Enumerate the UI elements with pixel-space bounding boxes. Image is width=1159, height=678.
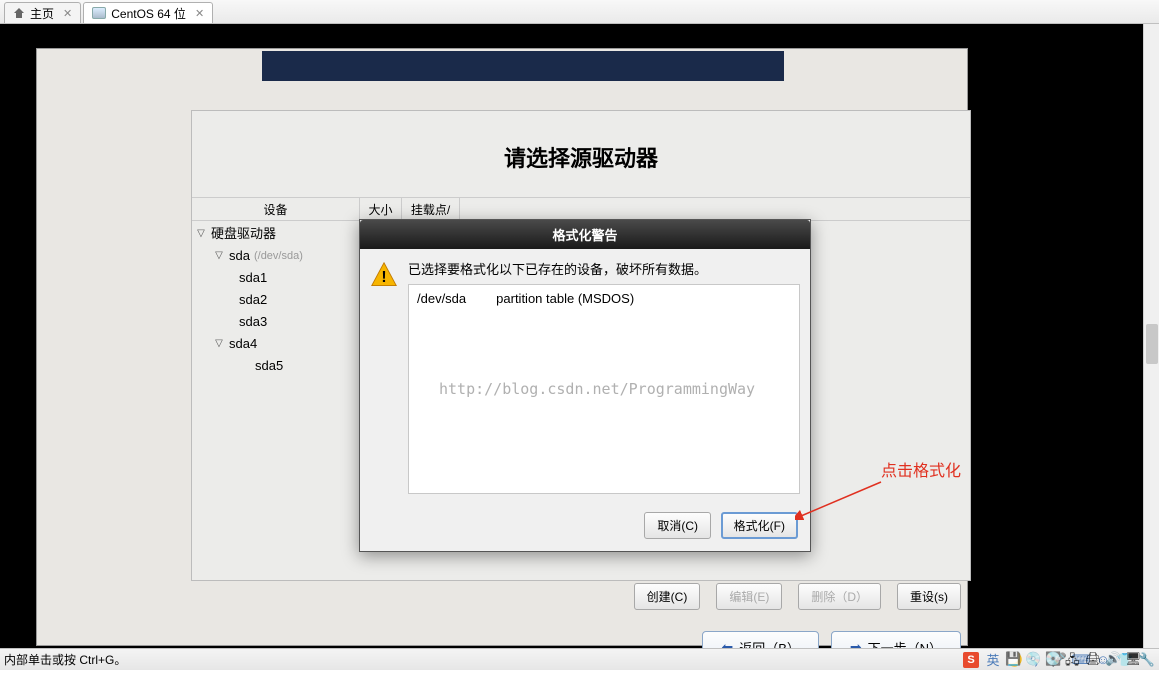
- watermark: http://blog.csdn.net/ProgrammingWay: [439, 380, 755, 398]
- sound-icon[interactable]: 🔊: [1105, 651, 1121, 667]
- page-title: 请选择源驱动器: [192, 111, 970, 193]
- list-detail: partition table (MSDOS): [496, 291, 634, 306]
- status-hint: 内部单击或按 Ctrl+G。: [4, 651, 126, 668]
- svg-text:!: !: [381, 269, 386, 286]
- column-size[interactable]: 大小: [360, 198, 402, 220]
- ime-lang[interactable]: 英: [985, 652, 1001, 668]
- device-tree: ▽ 硬盘驱动器 ▽ sda (/dev/sda) sda1 sda2 sda3 …: [195, 223, 385, 377]
- tree-sda2[interactable]: sda2: [195, 289, 385, 311]
- warning-icon: !: [370, 261, 398, 289]
- vm-device-tray: 💾 💿 💽 🖧 🖨 🔊 🖥: [1005, 651, 1141, 667]
- vm-viewport: 请选择源驱动器 设备 大小 挂载点/ ▽ 硬盘驱动器 ▽ sda (/dev/s…: [0, 24, 1159, 648]
- dialog-message: 已选择要格式化以下已存在的设备，破坏所有数据。: [408, 259, 800, 278]
- scroll-thumb[interactable]: [1146, 324, 1158, 364]
- tree-root-label: 硬盘驱动器: [211, 223, 276, 245]
- tab-vm-label: CentOS 64 位: [111, 5, 186, 22]
- scrollbar[interactable]: [1143, 24, 1159, 648]
- tree-sda[interactable]: ▽ sda (/dev/sda): [195, 245, 385, 267]
- tree-sda1[interactable]: sda1: [195, 267, 385, 289]
- cd-icon[interactable]: 💿: [1025, 651, 1041, 667]
- column-device[interactable]: 设备: [192, 198, 360, 220]
- tab-home-label: 主页: [30, 5, 54, 22]
- table-header: 设备 大小 挂载点/: [192, 197, 970, 221]
- collapse-icon[interactable]: ▽: [213, 245, 225, 267]
- list-item[interactable]: /dev/sda partition table (MSDOS): [417, 291, 791, 306]
- tab-home[interactable]: 主页 ✕: [4, 2, 81, 23]
- tree-sda3[interactable]: sda3: [195, 311, 385, 333]
- tree-sda5[interactable]: sda5: [195, 355, 385, 377]
- action-row: 创建(C) 编辑(E) 删除（D） 重设(s): [191, 583, 971, 610]
- disk-icon[interactable]: 💾: [1005, 651, 1021, 667]
- collapse-icon[interactable]: ▽: [213, 333, 225, 355]
- close-icon[interactable]: ✕: [195, 7, 204, 20]
- edit-button: 编辑(E): [716, 583, 782, 610]
- format-warning-dialog: 格式化警告 ! 已选择要格式化以下已存在的设备，破坏所有数据。 /dev/sda…: [359, 219, 811, 552]
- printer-icon[interactable]: 🖨: [1085, 651, 1101, 667]
- network-icon[interactable]: 🖧: [1065, 651, 1081, 667]
- floppy-icon[interactable]: 💽: [1045, 651, 1061, 667]
- reset-button[interactable]: 重设(s): [897, 583, 961, 610]
- sogou-icon[interactable]: S: [963, 652, 979, 668]
- installer-window: 请选择源驱动器 设备 大小 挂载点/ ▽ 硬盘驱动器 ▽ sda (/dev/s…: [36, 48, 968, 646]
- display-icon[interactable]: 🖥: [1125, 651, 1141, 667]
- format-button[interactable]: 格式化(F): [721, 512, 798, 539]
- close-icon[interactable]: ✕: [63, 7, 72, 20]
- list-device: /dev/sda: [417, 291, 466, 306]
- installer-banner: [262, 51, 784, 81]
- dialog-title: 格式化警告: [360, 220, 810, 249]
- tree-sda4[interactable]: ▽ sda4: [195, 333, 385, 355]
- column-mount[interactable]: 挂载点/: [402, 198, 460, 220]
- collapse-icon[interactable]: ▽: [195, 223, 207, 245]
- annotation-label: 点击格式化: [881, 457, 961, 481]
- home-icon: [13, 8, 25, 18]
- status-bar: 内部单击或按 Ctrl+G。 S 英 🌙 °， 🎤 ⌨ ☺ 👕 🔧: [0, 648, 1159, 670]
- vm-icon: [92, 7, 106, 19]
- cancel-button[interactable]: 取消(C): [644, 512, 711, 539]
- create-button[interactable]: 创建(C): [634, 583, 701, 610]
- tab-vm[interactable]: CentOS 64 位 ✕: [83, 2, 213, 23]
- tree-sda-path: (/dev/sda): [254, 245, 303, 267]
- delete-button: 删除（D）: [798, 583, 881, 610]
- tree-sda-label: sda: [229, 245, 250, 267]
- tree-root[interactable]: ▽ 硬盘驱动器: [195, 223, 385, 245]
- device-list: /dev/sda partition table (MSDOS) http://…: [408, 284, 800, 494]
- tab-bar: 主页 ✕ CentOS 64 位 ✕: [0, 0, 1159, 24]
